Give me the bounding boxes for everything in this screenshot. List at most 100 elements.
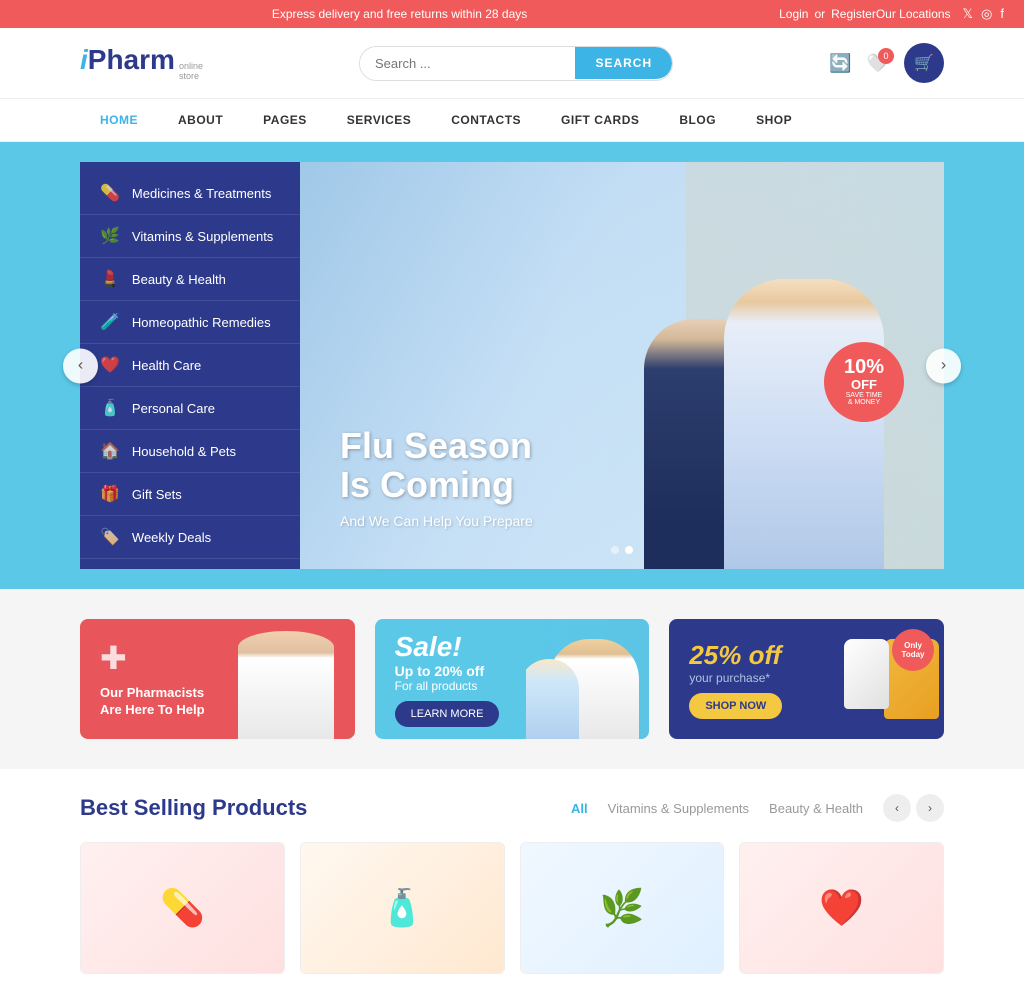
nav-link-shop[interactable]: SHOP <box>736 99 812 141</box>
slider-dot-2[interactable] <box>625 546 633 554</box>
top-bar: Express delivery and free returns within… <box>0 0 1024 28</box>
filter-tab-beauty[interactable]: Beauty & Health <box>769 801 863 816</box>
hero-section: 💊 Medicines & Treatments 🌿 Vitamins & Su… <box>0 142 1024 589</box>
announcement: Express delivery and free returns within… <box>20 7 779 21</box>
locations-link[interactable]: Our Locations <box>876 7 951 21</box>
household-icon: 🏠 <box>100 441 120 461</box>
product-card-2: 🧴 <box>300 842 505 974</box>
cart-icon: 🛒 <box>914 53 934 73</box>
slider-content: Flu SeasonIs Coming And We Can Help You … <box>340 426 533 529</box>
product-image-2: 🧴 <box>301 843 504 973</box>
filter-next-arrow[interactable]: › <box>916 794 944 822</box>
sidebar-item-weeklydeals[interactable]: 🏷️ Weekly Deals <box>80 516 300 559</box>
slider-subtitle: And We Can Help You Prepare <box>340 513 533 529</box>
discount-money: & MONEY <box>848 399 880 406</box>
filter-tab-vitamins[interactable]: Vitamins & Supplements <box>608 801 749 816</box>
header: i Pharm online store SEARCH 🔄 🤍 0 🛒 <box>0 28 1024 99</box>
sidebar-item-healthcare[interactable]: ❤️ Health Care <box>80 344 300 387</box>
refresh-icon: 🔄 <box>829 53 851 73</box>
social-icons: 𝕏 ◎ f <box>963 6 1004 22</box>
sidebar-item-giftsets[interactable]: 🎁 Gift Sets <box>80 473 300 516</box>
slider-dot-1[interactable] <box>611 546 619 554</box>
beauty-icon: 💄 <box>100 269 120 289</box>
discount-off: OFF <box>851 377 877 392</box>
products-row: 💊 🧴 🌿 ❤️ <box>80 842 944 974</box>
nav-link-blog[interactable]: BLOG <box>659 99 736 141</box>
nav-item-giftcards[interactable]: GIFT CARDS <box>541 99 659 141</box>
instagram-icon[interactable]: ◎ <box>981 6 992 22</box>
auth-separator: or <box>814 7 825 21</box>
product-icon-3: 🌿 <box>599 887 644 929</box>
slider-next-button[interactable]: › <box>926 348 961 383</box>
learn-more-button[interactable]: LEARN MORE <box>395 701 500 727</box>
auth-links[interactable]: Login or Register <box>779 7 876 21</box>
sale-text: Sale! <box>395 631 630 663</box>
facebook-icon[interactable]: f <box>1000 6 1004 22</box>
promo-card-sale: Sale! Up to 20% off For all products LEA… <box>375 619 650 739</box>
twitter-icon[interactable]: 𝕏 <box>963 6 973 22</box>
nav-item-about[interactable]: ABOUT <box>158 99 243 141</box>
promo-title-1: Our PharmacistsAre Here To Help <box>100 685 335 719</box>
sidebar-item-medicines[interactable]: 💊 Medicines & Treatments <box>80 172 300 215</box>
nav-link-contacts[interactable]: CONTACTS <box>431 99 541 141</box>
nav-item-services[interactable]: SERVICES <box>327 99 431 141</box>
filter-prev-arrow[interactable]: ‹ <box>883 794 911 822</box>
logo-pharm: Pharm <box>88 44 175 76</box>
nav-item-blog[interactable]: BLOG <box>659 99 736 141</box>
sidebar-item-household[interactable]: 🏠 Household & Pets <box>80 430 300 473</box>
nav-item-pages[interactable]: PAGES <box>243 99 327 141</box>
giftsets-icon: 🎁 <box>100 484 120 504</box>
sidebar-label-healthcare: Health Care <box>132 358 201 373</box>
nav-link-giftcards[interactable]: GIFT CARDS <box>541 99 659 141</box>
header-icons: 🔄 🤍 0 🛒 <box>829 43 944 83</box>
sidebar-item-homeopathic[interactable]: 🧪 Homeopathic Remedies <box>80 301 300 344</box>
nav-link-pages[interactable]: PAGES <box>243 99 327 141</box>
sidebar-label-giftsets: Gift Sets <box>132 487 182 502</box>
promo-text-2: Sale! Up to 20% off For all products LEA… <box>375 619 650 739</box>
product-card-1: 💊 <box>80 842 285 974</box>
sidebar-label-medicines: Medicines & Treatments <box>132 186 271 201</box>
nav-item-home[interactable]: HOME <box>80 99 158 141</box>
slider-title: Flu SeasonIs Coming <box>340 426 533 505</box>
discount-badge: 10% OFF SAVE TIME & MONEY <box>824 342 904 422</box>
slider-prev-button[interactable]: ‹ <box>63 348 98 383</box>
product-card-4: ❤️ <box>739 842 944 974</box>
off-text: 25% off <box>689 640 924 671</box>
product-icon-1: 💊 <box>160 887 205 929</box>
search-button[interactable]: SEARCH <box>575 47 672 79</box>
wishlist-icon-btn[interactable]: 🤍 0 <box>867 53 889 74</box>
shop-now-button[interactable]: SHOP NOW <box>689 693 782 719</box>
nav-link-home[interactable]: HOME <box>80 99 158 141</box>
sidebar-label-household: Household & Pets <box>132 444 236 459</box>
nav-link-services[interactable]: SERVICES <box>327 99 431 141</box>
product-image-4: ❤️ <box>740 843 943 973</box>
sidebar-item-beauty[interactable]: 💄 Beauty & Health <box>80 258 300 301</box>
slider-dots <box>611 546 633 554</box>
nav-item-contacts[interactable]: CONTACTS <box>431 99 541 141</box>
purchase-text: your purchase* <box>689 671 924 685</box>
search-bar[interactable]: SEARCH <box>359 46 673 81</box>
logo-subtitle: online store <box>179 62 203 82</box>
login-link[interactable]: Login <box>779 7 808 21</box>
search-input[interactable] <box>360 47 575 80</box>
nav-item-shop[interactable]: SHOP <box>736 99 812 141</box>
homeopathic-icon: 🧪 <box>100 312 120 332</box>
weeklydeals-icon: 🏷️ <box>100 527 120 547</box>
promo-card-discount: Only Today 25% off your purchase* SHOP N… <box>669 619 944 739</box>
register-link[interactable]: Register <box>831 7 876 21</box>
product-card-3: 🌿 <box>520 842 725 974</box>
sidebar-label-weeklydeals: Weekly Deals <box>132 530 211 545</box>
refresh-icon-btn[interactable]: 🔄 <box>829 53 851 74</box>
sidebar-label-personalcare: Personal Care <box>132 401 215 416</box>
sidebar-item-vitamins[interactable]: 🌿 Vitamins & Supplements <box>80 215 300 258</box>
product-icon-4: ❤️ <box>819 887 864 929</box>
filter-tab-all[interactable]: All <box>571 801 588 816</box>
logo[interactable]: i Pharm online store <box>80 44 203 82</box>
cart-button[interactable]: 🛒 <box>904 43 944 83</box>
sidebar-item-personalcare[interactable]: 🧴 Personal Care <box>80 387 300 430</box>
promo-section: ✚ Our PharmacistsAre Here To Help Sale! … <box>0 589 1024 769</box>
product-icon-2: 🧴 <box>380 887 425 929</box>
nav-link-about[interactable]: ABOUT <box>158 99 243 141</box>
vitamins-icon: 🌿 <box>100 226 120 246</box>
top-bar-right: Our Locations 𝕏 ◎ f <box>876 6 1004 22</box>
